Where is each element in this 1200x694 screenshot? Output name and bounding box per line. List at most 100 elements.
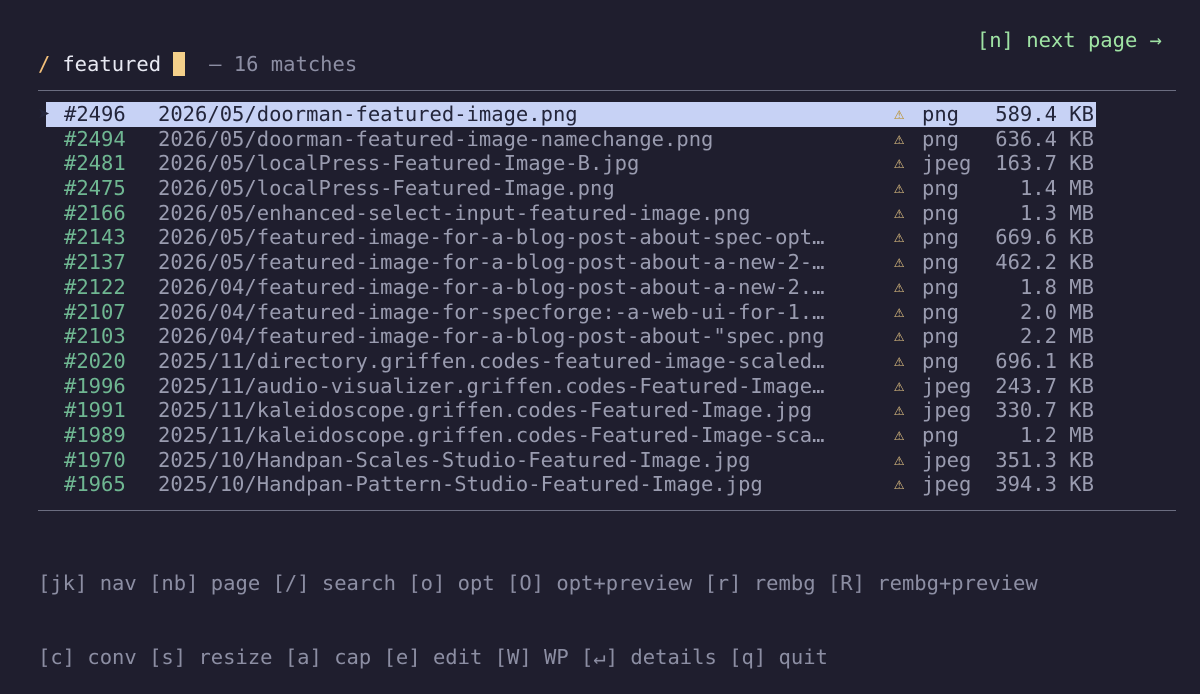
result-path: 2025/11/kaleidoscope.griffen.codes-Featu… (158, 422, 825, 447)
result-format: png (922, 274, 960, 299)
search-query[interactable]: featured (62, 52, 161, 76)
result-format: jpeg (922, 398, 972, 423)
result-id: #2481 (64, 151, 126, 176)
result-row[interactable]: #2107 2026/04/featured-image-for-specforg… (38, 300, 1178, 325)
result-row[interactable]: #1970 2025/10/Handpan-Scales-Studio-Featu… (38, 448, 1178, 473)
text-cursor (173, 52, 186, 76)
result-format: png (922, 299, 960, 324)
result-format: png (922, 422, 960, 447)
warning-icon: ⚠ (894, 326, 905, 347)
search-prompt-symbol: / (38, 52, 51, 76)
result-row[interactable]: #2137 2026/05/featured-image-for-a-blog-p… (38, 250, 1178, 275)
result-path: 2026/04/featured-image-for-specforge:-a-… (158, 299, 825, 324)
divider-bottom (38, 510, 1176, 511)
divider-top (38, 90, 1176, 91)
result-format: jpeg (922, 472, 972, 497)
result-path: 2026/05/localPress-Featured-Image.png (158, 176, 615, 201)
result-format: png (922, 200, 960, 225)
warning-icon: ⚠ (894, 424, 905, 445)
result-id: #2166 (64, 200, 126, 225)
result-row[interactable]: #2103 2026/04/featured-image-for-a-blog-p… (38, 324, 1178, 349)
warning-icon: ⚠ (894, 202, 905, 223)
result-row[interactable]: #2475 2026/05/localPress-Featured-Image.p… (38, 176, 1178, 201)
result-id: #1970 (64, 447, 126, 472)
warning-icon: ⚠ (894, 449, 905, 470)
result-row[interactable]: #2481 2026/05/localPress-Featured-Image-B… (38, 151, 1178, 176)
result-id: #2496 (64, 102, 126, 126)
result-id: #1991 (64, 398, 126, 423)
result-size: 351.3 KB (995, 447, 1094, 472)
warning-icon: ⚠ (894, 400, 905, 421)
result-size: 696.1 KB (995, 348, 1094, 373)
result-size: 669.6 KB (995, 225, 1094, 250)
result-path: 2026/05/doorman-featured-image.png (158, 102, 578, 126)
result-row[interactable]: #1991 2025/11/kaleidoscope.griffen.codes-… (38, 398, 1178, 423)
result-row[interactable]: #2143 2026/05/featured-image-for-a-blog-p… (38, 225, 1178, 250)
result-size: 636.4 KB (995, 126, 1094, 151)
result-path: 2026/05/doorman-featured-image-namechang… (158, 126, 714, 151)
result-id: #2494 (64, 126, 126, 151)
result-path: 2026/04/featured-image-for-a-blog-post-a… (158, 324, 825, 349)
warning-icon: ⚠ (894, 350, 905, 371)
result-row[interactable]: #2020 2025/11/directory.griffen.codes-fea… (38, 349, 1178, 374)
result-format: png (922, 324, 960, 349)
result-id: #2020 (64, 348, 126, 373)
result-size: 1.2 MB (1019, 422, 1094, 447)
results-list: ➤ #2496 2026/05/doorman-featured-image.png… (38, 102, 1178, 497)
result-size: 1.3 MB (1019, 200, 1094, 225)
result-path: 2025/11/kaleidoscope.griffen.codes-Featu… (158, 398, 813, 423)
triangle-right-icon: ➤ (38, 102, 51, 126)
result-path: 2025/10/Handpan-Pattern-Studio-Featured-… (158, 472, 763, 497)
warning-icon: ⚠ (894, 301, 905, 322)
result-size: 1.4 MB (1019, 176, 1094, 201)
result-size: 2.0 MB (1019, 299, 1094, 324)
result-id: #2103 (64, 324, 126, 349)
result-format: png (922, 225, 960, 250)
result-size: 2.2 MB (1019, 324, 1094, 349)
warning-icon: ⚠ (894, 227, 905, 248)
result-path: 2026/05/localPress-Featured-Image-B.jpg (158, 151, 640, 176)
result-row[interactable]: #1989 2025/11/kaleidoscope.griffen.codes-… (38, 423, 1178, 448)
result-row[interactable]: #2166 2026/05/enhanced-select-input-featu… (38, 201, 1178, 226)
result-path: 2025/11/audio-visualizer.griffen.codes-F… (158, 373, 825, 398)
result-id: #2143 (64, 225, 126, 250)
warning-icon: ⚠ (894, 128, 905, 149)
result-size: 243.7 KB (995, 373, 1094, 398)
next-page-hint[interactable]: [n] next page → (977, 28, 1162, 52)
result-format: png (922, 250, 960, 275)
warning-icon: ⚠ (894, 474, 905, 495)
result-path: 2025/10/Handpan-Scales-Studio-Featured-I… (158, 447, 751, 472)
warning-icon: ⚠ (894, 252, 905, 273)
keybinding-help-line-1: [jk] nav [nb] page [/] search [o] opt [O… (38, 571, 1038, 595)
result-format: jpeg (922, 151, 972, 176)
result-row[interactable]: #1965 2025/10/Handpan-Pattern-Studio-Feat… (38, 472, 1178, 497)
result-path: 2026/05/featured-image-for-a-blog-post-a… (158, 225, 825, 250)
result-size: 330.7 KB (995, 398, 1094, 423)
result-id: #2107 (64, 299, 126, 324)
result-row[interactable]: #1996 2025/11/audio-visualizer.griffen.co… (38, 374, 1178, 399)
result-id: #1965 (64, 472, 126, 497)
result-row[interactable]: #2122 2026/04/featured-image-for-a-blog-p… (38, 275, 1178, 300)
result-format: jpeg (922, 373, 972, 398)
result-id: #2137 (64, 250, 126, 275)
result-size: 589.4 KB (995, 102, 1094, 126)
warning-icon: ⚠ (894, 153, 905, 174)
warning-icon: ⚠ (894, 178, 905, 199)
result-format: png (922, 126, 960, 151)
result-size: 163.7 KB (995, 151, 1094, 176)
result-row[interactable]: ➤ #2496 2026/05/doorman-featured-image.png… (38, 102, 1178, 127)
result-format: png (922, 176, 960, 201)
keybinding-help: [jk] nav [nb] page [/] search [o] opt [O… (38, 522, 1038, 694)
result-id: #2475 (64, 176, 126, 201)
result-format: jpeg (922, 447, 972, 472)
result-row[interactable]: #2494 2026/05/doorman-featured-image-name… (38, 127, 1178, 152)
warning-icon: ⚠ (894, 276, 905, 297)
match-count: — 16 matches (209, 52, 358, 76)
result-id: #1996 (64, 373, 126, 398)
result-path: 2025/11/directory.griffen.codes-featured… (158, 348, 825, 373)
search-bar[interactable]: / featured — 16 matches (38, 52, 357, 76)
warning-icon: ⚠ (894, 104, 905, 124)
result-format: png (922, 348, 960, 373)
result-size: 462.2 KB (995, 250, 1094, 275)
result-path: 2026/04/featured-image-for-a-blog-post-a… (158, 274, 825, 299)
